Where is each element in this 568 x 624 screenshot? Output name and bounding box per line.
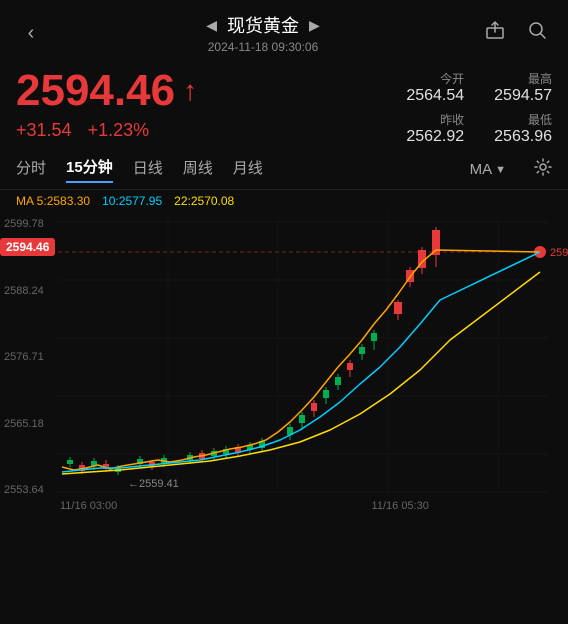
prev-close-stat: 昨收 2562.92	[406, 111, 464, 146]
next-symbol-button[interactable]: ▶	[309, 17, 320, 34]
ma5-legend: MA 5:2583.30	[16, 194, 90, 208]
main-price: 2594.46 ↑	[16, 66, 197, 116]
share-button[interactable]	[480, 20, 510, 46]
main-price-value: 2594.46	[16, 66, 175, 116]
ma-label: MA	[470, 161, 493, 178]
price-left: 2594.46 ↑ +31.54 +1.23%	[16, 66, 197, 141]
price-stats: 今开 2564.54 最高 2594.57 昨收 2562.92 最低 2563…	[406, 70, 552, 146]
ma10-legend: 10:2577.95	[102, 194, 162, 208]
price-up-arrow: ↑	[183, 75, 197, 107]
settings-button[interactable]	[534, 158, 552, 181]
x-label-3: 11/16 05:30	[372, 500, 429, 512]
search-button[interactable]	[522, 20, 552, 46]
datetime-label: 2024-11-18 09:30:06	[208, 40, 319, 54]
chart-svg[interactable]: 2594.01→ ←2559.41	[0, 212, 568, 502]
back-button[interactable]: ‹	[16, 22, 46, 45]
today-open-stat: 今开 2564.54	[406, 70, 464, 105]
svg-text:2594.01→: 2594.01→	[550, 247, 568, 259]
y-label-5: 2553.64	[0, 484, 58, 496]
low-stat: 最低 2563.96	[494, 111, 552, 146]
title-row: ◀ 现货黄金 ▶	[206, 12, 320, 38]
ma10-label: 10:	[102, 194, 119, 208]
x-label-1: 11/16 03:00	[60, 500, 117, 512]
current-price-badge: 2594.46	[0, 238, 55, 256]
y-label-1: 2599.78	[0, 218, 58, 230]
change-absolute: +31.54	[16, 120, 72, 141]
ma-legend: MA 5:2583.30 10:2577.95 22:2570.08	[0, 190, 568, 212]
svg-text:←2559.41: ←2559.41	[128, 478, 179, 490]
chart-container: 2599.78 2588.24 2576.71 2565.18 2553.64 …	[0, 212, 568, 512]
tab-ma-dropdown[interactable]: MA ▼	[470, 161, 506, 178]
stats-row-top: 今开 2564.54 最高 2594.57	[406, 70, 552, 105]
chevron-down-icon: ▼	[495, 164, 506, 176]
change-percent: +1.23%	[88, 120, 150, 141]
y-label-3: 2576.71	[0, 351, 58, 363]
low-label: 最低	[528, 111, 552, 128]
ma22-legend: 22:2570.08	[174, 194, 234, 208]
prev-symbol-button[interactable]: ◀	[206, 17, 217, 34]
tab-monthly[interactable]: 月线	[233, 157, 263, 182]
low-value: 2563.96	[494, 128, 552, 146]
today-open-value: 2564.54	[406, 87, 464, 105]
y-label-2: 2588.24	[0, 285, 58, 297]
stats-row-bottom: 昨收 2562.92 最低 2563.96	[406, 111, 552, 146]
price-change-row: +31.54 +1.23%	[16, 120, 197, 141]
tab-bar: 分时 15分钟 日线 周线 月线 MA ▼	[0, 150, 568, 190]
y-label-4: 2565.18	[0, 418, 58, 430]
price-section: 2594.46 ↑ +31.54 +1.23% 今开 2564.54 最高 25…	[0, 58, 568, 150]
ma22-label: 22:	[174, 194, 191, 208]
tab-weekly[interactable]: 周线	[183, 157, 213, 182]
high-label: 最高	[528, 70, 552, 87]
high-value: 2594.57	[494, 87, 552, 105]
prev-close-value: 2562.92	[406, 128, 464, 146]
tab-15min[interactable]: 15分钟	[66, 156, 113, 183]
prev-close-label: 昨收	[440, 111, 464, 128]
today-open-label: 今开	[440, 70, 464, 87]
ma5-label: MA 5:	[16, 194, 47, 208]
tab-daily[interactable]: 日线	[133, 157, 163, 182]
tab-fenshi[interactable]: 分时	[16, 157, 46, 182]
ma22-value: 2570.08	[191, 194, 234, 208]
ma5-value: 2583.30	[47, 194, 90, 208]
high-stat: 最高 2594.57	[494, 70, 552, 105]
header: ‹ ◀ 现货黄金 ▶ 2024-11-18 09:30:06	[0, 0, 568, 58]
header-center: ◀ 现货黄金 ▶ 2024-11-18 09:30:06	[46, 12, 480, 54]
symbol-title: 现货黄金	[227, 12, 299, 38]
ma10-value: 2577.95	[119, 194, 162, 208]
